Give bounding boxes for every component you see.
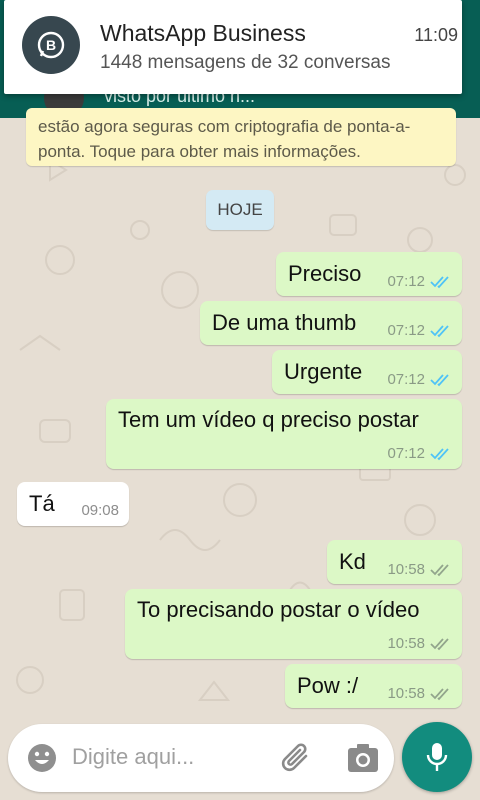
emoji-icon[interactable]: [26, 742, 58, 774]
message-meta: 07:12: [387, 445, 452, 462]
delivered-double-check-icon: [430, 687, 449, 700]
message-meta: 07:12: [387, 273, 452, 290]
message-text: To precisando postar o vídeo: [137, 597, 420, 622]
message-text: De uma thumb: [212, 310, 357, 335]
message-bubble[interactable]: De uma thumb 07:12: [200, 301, 462, 345]
read-double-check-icon: [430, 275, 449, 288]
message-time: 10:58: [387, 561, 425, 578]
encryption-banner[interactable]: estão agora seguras com criptografia de …: [26, 108, 456, 166]
delivered-double-check-icon: [430, 563, 449, 576]
message-text: Kd: [339, 549, 366, 574]
svg-text:B: B: [46, 37, 56, 53]
mic-button[interactable]: [402, 722, 472, 792]
message-text: Tá: [29, 491, 55, 516]
whatsapp-business-icon: B: [22, 16, 80, 74]
message-time: 10:58: [387, 685, 425, 702]
notification-time: 11:09: [414, 25, 458, 45]
message-bubble[interactable]: To precisando postar o vídeo 10:58: [125, 589, 462, 659]
message-time: 07:12: [387, 371, 425, 388]
message-bubble[interactable]: Kd 10:58: [327, 540, 462, 584]
attach-icon[interactable]: [280, 740, 314, 776]
read-double-check-icon: [430, 373, 449, 386]
message-meta: 10:58: [387, 561, 452, 578]
message-meta: 07:12: [387, 322, 452, 339]
notification-summary: 1448 mensagens de 32 conversas: [100, 52, 391, 73]
message-text: Pow :/: [297, 673, 359, 698]
message-text: Tem um vídeo q preciso postar: [118, 407, 419, 432]
mic-icon: [426, 743, 448, 771]
notification-title: WhatsApp Business: [100, 20, 306, 46]
message-meta: 09:08: [81, 502, 119, 519]
message-meta: 07:12: [387, 371, 452, 388]
message-bubble[interactable]: Tem um vídeo q preciso postar 07:12: [106, 399, 462, 469]
message-time: 09:08: [81, 502, 119, 519]
message-input-bar[interactable]: Digite aqui...: [8, 724, 394, 792]
read-double-check-icon: [430, 324, 449, 337]
message-bubble[interactable]: Preciso 07:12: [276, 252, 462, 296]
message-text: Preciso: [288, 261, 362, 286]
message-meta: 10:58: [387, 685, 452, 702]
message-bubble[interactable]: Urgente 07:12: [272, 350, 462, 394]
camera-icon[interactable]: [346, 742, 380, 774]
date-chip: HOJE: [206, 190, 274, 230]
read-double-check-icon: [430, 447, 449, 460]
notification-card[interactable]: B WhatsApp Business 1448 mensagens de 32…: [4, 0, 462, 94]
message-input[interactable]: Digite aqui...: [72, 744, 194, 770]
message-bubble[interactable]: Tá 09:08: [17, 482, 129, 526]
message-meta: 10:58: [387, 635, 452, 652]
message-time: 07:12: [387, 322, 425, 339]
message-text: Urgente: [284, 359, 363, 384]
message-time: 07:12: [387, 273, 425, 290]
message-time: 07:12: [387, 445, 425, 462]
message-time: 10:58: [387, 635, 425, 652]
message-bubble[interactable]: Pow :/ 10:58: [285, 664, 462, 708]
delivered-double-check-icon: [430, 637, 449, 650]
